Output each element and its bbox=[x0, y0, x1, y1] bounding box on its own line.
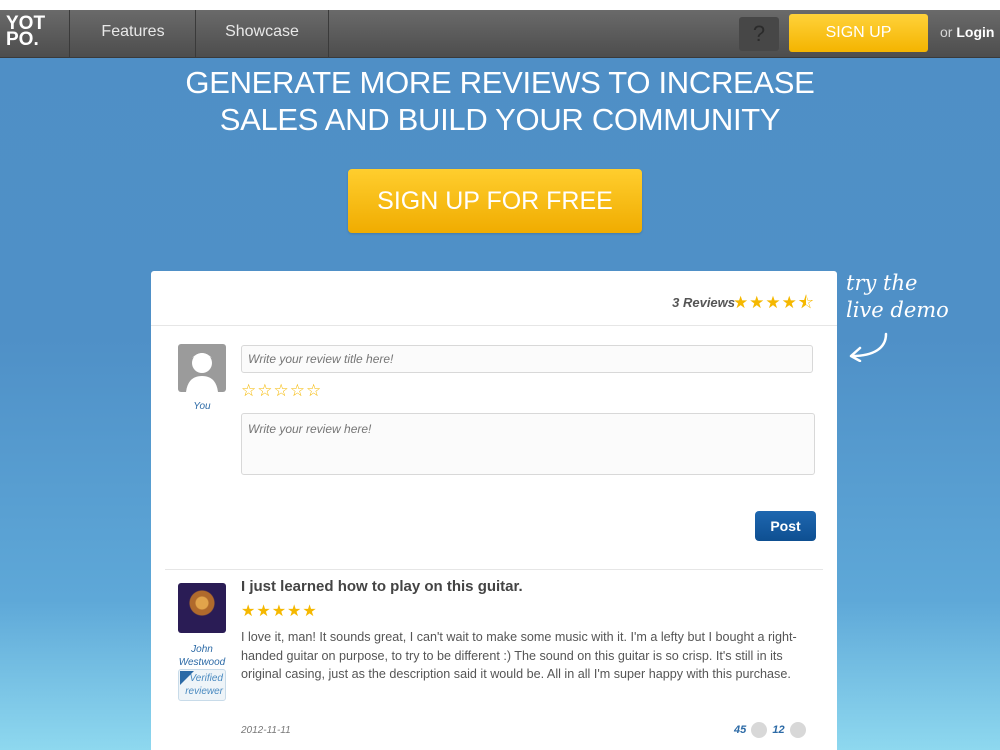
review-body-input[interactable] bbox=[241, 413, 815, 475]
signup-button[interactable]: SIGN UP bbox=[789, 14, 928, 52]
nav-showcase-link[interactable]: Showcase bbox=[196, 10, 329, 57]
user-silhouette-icon bbox=[186, 353, 218, 392]
yotpo-logo[interactable]: YOT PO. bbox=[0, 10, 70, 57]
review-votes: 45 12 bbox=[734, 722, 808, 738]
login-prompt: or Login bbox=[940, 24, 994, 40]
review-date: 2012-11-11 bbox=[241, 725, 291, 736]
user-avatar bbox=[178, 344, 226, 392]
window-top-border bbox=[0, 0, 1000, 10]
verified-reviewer-badge: Verified reviewer bbox=[178, 669, 226, 701]
upvote-count: 45 bbox=[734, 723, 747, 736]
reviewer-last-name: Westwood bbox=[178, 657, 226, 668]
review-title-input[interactable] bbox=[241, 345, 813, 373]
rating-star-selector[interactable]: ☆☆☆☆☆ bbox=[241, 381, 322, 401]
hero-headline: GENERATE MORE REVIEWS TO INCREASE SALES … bbox=[0, 64, 1000, 138]
post-review-button[interactable]: Post bbox=[755, 511, 816, 541]
review-title: I just learned how to play on this guita… bbox=[241, 578, 523, 595]
signup-for-free-button[interactable]: SIGN UP FOR FREE bbox=[348, 169, 642, 233]
review-body: I love it, man! It sounds great, I can't… bbox=[241, 630, 797, 681]
try-demo-note: try the live demo bbox=[846, 270, 949, 324]
thumbs-up-icon[interactable] bbox=[751, 722, 768, 738]
reviewer-first-name: John bbox=[191, 644, 213, 655]
downvote-count: 12 bbox=[772, 723, 785, 736]
reviews-widget: 3 Reviews ★★★★⯪ You ☆☆☆☆☆ Post John West… bbox=[151, 271, 837, 750]
review-rating-stars: ★★★★★ bbox=[241, 603, 318, 620]
user-label: You bbox=[193, 401, 211, 412]
reviewer-avatar bbox=[178, 583, 226, 633]
logo-line-2: PO. bbox=[6, 29, 39, 50]
login-link[interactable]: Login bbox=[956, 24, 994, 40]
review-count[interactable]: 3 Reviews bbox=[672, 295, 735, 310]
help-button[interactable]: ? bbox=[739, 17, 779, 51]
average-rating-stars: ★★★★⯪ bbox=[732, 293, 815, 312]
form-divider bbox=[165, 569, 823, 570]
or-label: or bbox=[940, 24, 953, 40]
reviewer-name[interactable]: John Westwood bbox=[171, 643, 233, 669]
reviews-header: 3 Reviews ★★★★⯪ bbox=[151, 271, 837, 326]
demo-note-line-2: live demo bbox=[846, 298, 949, 322]
thumbs-down-icon[interactable] bbox=[789, 722, 806, 738]
hero-headline-line-1: GENERATE MORE REVIEWS TO INCREASE bbox=[185, 65, 815, 100]
hero-headline-line-2: SALES AND BUILD YOUR COMMUNITY bbox=[219, 102, 781, 137]
badge-line-2: reviewer bbox=[185, 686, 223, 697]
nav-features-link[interactable]: Features bbox=[71, 10, 196, 57]
top-navbar: YOT PO. Features Showcase ? SIGN UP or L… bbox=[0, 10, 1000, 58]
demo-note-line-1: try the bbox=[846, 271, 918, 295]
curved-arrow-icon bbox=[849, 332, 888, 362]
